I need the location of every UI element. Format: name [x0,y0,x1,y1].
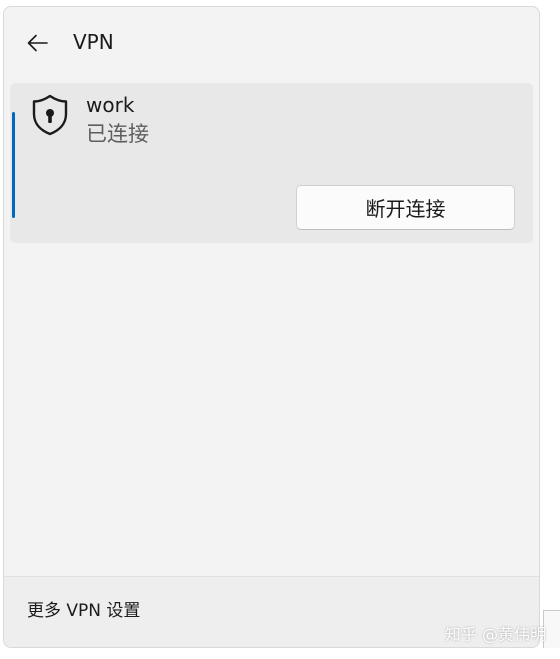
back-arrow-icon [27,34,48,52]
flyout-header: VPN [4,7,539,77]
connection-name: work [86,93,135,117]
connection-status: 已连接 [86,122,149,146]
disconnect-button[interactable]: 断开连接 [296,185,515,230]
vpn-flyout: VPN work 已连接 断开连接 更多 VPN 设置 [3,6,540,648]
vpn-connection-card[interactable]: work 已连接 断开连接 [10,83,533,243]
back-button[interactable] [18,25,58,61]
page-title: VPN [73,30,114,54]
watermark: 知乎 @黄伟明 [444,625,546,644]
shield-lock-icon [32,94,68,136]
more-vpn-settings-link[interactable]: 更多 VPN 设置 [27,600,140,622]
selected-indicator [12,112,15,218]
